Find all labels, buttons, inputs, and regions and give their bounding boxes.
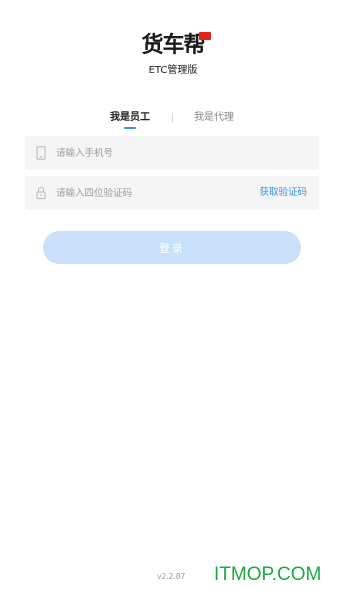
flag-icon xyxy=(198,32,211,40)
code-field[interactable]: 获取验证码 xyxy=(25,176,319,210)
role-tabs: 我是员工 我是代理 xyxy=(0,110,346,132)
app-subtitle: ETC管理版 xyxy=(148,65,198,76)
get-code-link[interactable]: 获取验证码 xyxy=(259,186,307,200)
version-label: v2.2.87 xyxy=(157,572,186,581)
phone-field[interactable] xyxy=(25,136,319,170)
phone-input[interactable] xyxy=(56,136,256,170)
watermark: ITMOP.COM xyxy=(214,564,322,585)
phone-icon xyxy=(36,146,46,160)
tab-employee[interactable]: 我是员工 xyxy=(110,110,150,126)
brand-logo-text: 货车帮 xyxy=(141,32,205,58)
brand-logo: 货车帮 xyxy=(141,30,211,60)
code-input[interactable] xyxy=(56,176,256,210)
lock-icon xyxy=(36,187,46,199)
tab-active-indicator xyxy=(124,127,136,129)
tab-agent[interactable]: 我是代理 xyxy=(194,110,234,126)
login-button[interactable]: 登录 xyxy=(43,231,301,264)
tab-divider xyxy=(172,113,173,123)
logo-area: 货车帮 ETC管理版 xyxy=(0,30,346,78)
